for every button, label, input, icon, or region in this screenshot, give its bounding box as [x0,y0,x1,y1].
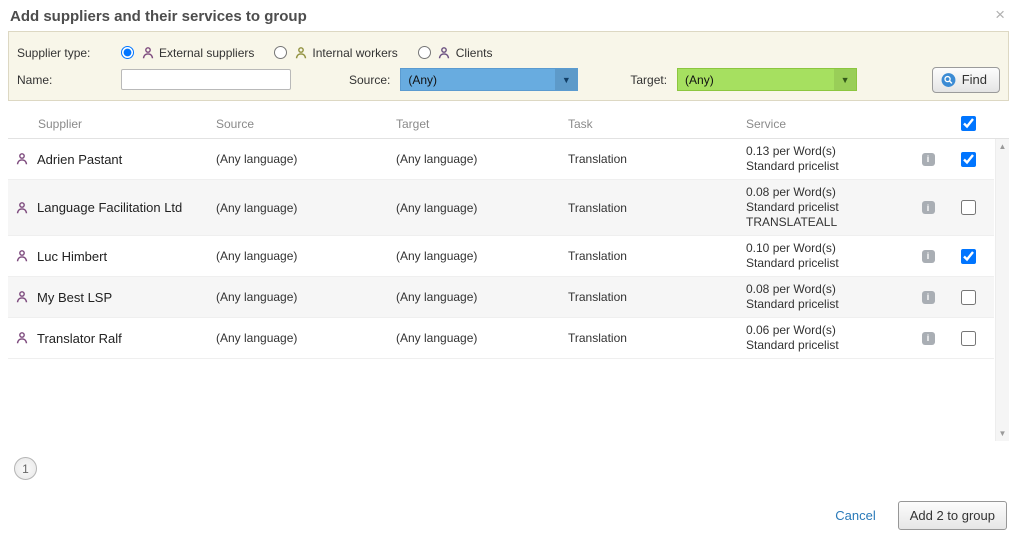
header-target: Target [390,117,562,131]
dialog-header: Add suppliers and their services to grou… [0,0,1017,29]
table-row[interactable]: Adrien Pastant (Any language) (Any langu… [8,139,994,180]
table-row[interactable]: Luc Himbert (Any language) (Any language… [8,236,994,277]
supplier-type-label: Supplier type: [17,46,121,60]
target-cell: (Any language) [390,331,562,345]
header-service: Service [740,117,912,131]
external-suppliers-radio[interactable] [121,46,134,59]
person-icon [14,249,29,264]
info-icon[interactable]: i [922,332,935,345]
source-select-value: (Any) [401,73,555,87]
target-select[interactable]: (Any) ▼ [677,68,857,91]
supplier-name: Language Facilitation Ltd [37,200,182,215]
task-cell: Translation [562,152,740,166]
close-icon[interactable]: × [993,8,1007,22]
header-supplier: Supplier [8,117,210,131]
source-cell: (Any language) [210,201,390,215]
person-icon [14,290,29,305]
info-icon[interactable]: i [922,201,935,214]
target-label: Target: [630,73,667,87]
info-icon[interactable]: i [922,250,935,263]
search-icon [941,72,956,87]
source-cell: (Any language) [210,249,390,263]
target-select-value: (Any) [678,73,834,87]
table-row[interactable]: Translator Ralf (Any language) (Any lang… [8,318,994,359]
service-cell: 0.08 per Word(s) Standard pricelist TRAN… [740,180,912,235]
scrollbar[interactable]: ▲ ▼ [995,139,1009,441]
page-title: Add suppliers and their services to grou… [10,8,307,25]
row-checkbox[interactable] [961,290,976,305]
person-icon [140,45,155,60]
service-cell: 0.10 per Word(s) Standard pricelist [740,236,912,276]
row-checkbox[interactable] [961,249,976,264]
radio-label: External suppliers [159,46,254,60]
cancel-button[interactable]: Cancel [835,508,875,523]
person-icon [14,152,29,167]
target-cell: (Any language) [390,201,562,215]
add-to-group-button[interactable]: Add 2 to group [898,501,1007,530]
table-header: Supplier Source Target Task Service [8,109,1009,139]
page-button-1[interactable]: 1 [14,457,37,480]
internal-workers-radio[interactable] [274,46,287,59]
scroll-down-icon[interactable]: ▼ [999,426,1007,441]
service-cell: 0.06 per Word(s) Standard pricelist [740,318,912,358]
supplier-type-row: Supplier type: External suppliers Intern… [17,39,1000,66]
radio-clients[interactable]: Clients [418,45,493,60]
target-cell: (Any language) [390,290,562,304]
radio-external-suppliers[interactable]: External suppliers [121,45,254,60]
target-cell: (Any language) [390,249,562,263]
info-icon[interactable]: i [922,291,935,304]
task-cell: Translation [562,290,740,304]
task-cell: Translation [562,201,740,215]
task-cell: Translation [562,331,740,345]
header-source: Source [210,117,390,131]
source-cell: (Any language) [210,290,390,304]
clients-radio[interactable] [418,46,431,59]
radio-label: Internal workers [312,46,397,60]
service-cell: 0.13 per Word(s) Standard pricelist [740,139,912,179]
target-cell: (Any language) [390,152,562,166]
source-cell: (Any language) [210,331,390,345]
table-row[interactable]: Language Facilitation Ltd (Any language)… [8,180,994,236]
pagination: 1 [14,457,1017,480]
table-rows: Adrien Pastant (Any language) (Any langu… [8,139,994,359]
filter-panel: Supplier type: External suppliers Intern… [8,31,1009,101]
service-cell: 0.08 per Word(s) Standard pricelist [740,277,912,317]
name-input[interactable] [121,69,291,90]
name-label: Name: [17,73,121,87]
scroll-up-icon[interactable]: ▲ [999,139,1007,154]
radio-internal-workers[interactable]: Internal workers [274,45,397,60]
supplier-name: Translator Ralf [37,331,122,346]
find-button-label: Find [962,72,987,87]
person-icon [437,45,452,60]
row-checkbox[interactable] [961,152,976,167]
person-icon [14,200,29,215]
header-task: Task [562,117,740,131]
table-body: Adrien Pastant (Any language) (Any langu… [8,139,1009,441]
radio-label: Clients [456,46,493,60]
supplier-name: My Best LSP [37,290,112,305]
supplier-name: Adrien Pastant [37,152,122,167]
person-icon [293,45,308,60]
person-icon [14,331,29,346]
select-all-checkbox[interactable] [961,116,976,131]
search-row: Name: Source: (Any) ▼ Target: (Any) ▼ Fi… [17,66,1000,93]
info-icon[interactable]: i [922,153,935,166]
row-checkbox[interactable] [961,331,976,346]
find-button[interactable]: Find [932,67,1000,93]
supplier-name: Luc Himbert [37,249,107,264]
table-row[interactable]: My Best LSP (Any language) (Any language… [8,277,994,318]
source-cell: (Any language) [210,152,390,166]
chevron-down-icon: ▼ [555,69,577,90]
dialog-footer: Cancel Add 2 to group [835,501,1007,530]
source-select[interactable]: (Any) ▼ [400,68,578,91]
chevron-down-icon: ▼ [834,69,856,90]
source-label: Source: [349,73,390,87]
task-cell: Translation [562,249,740,263]
row-checkbox[interactable] [961,200,976,215]
